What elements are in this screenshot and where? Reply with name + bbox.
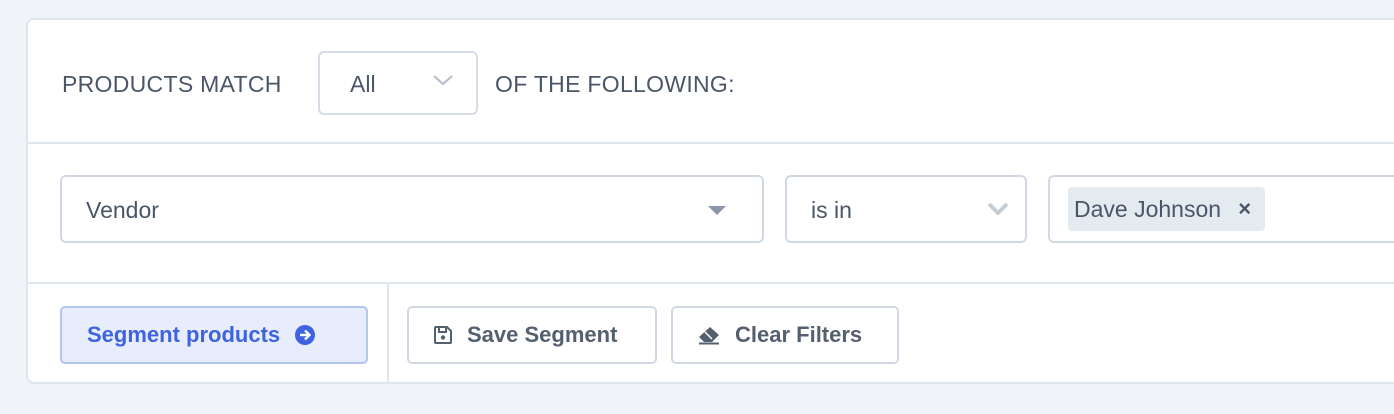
action-row: Segment products Save Segment Clear Filt… (28, 284, 1394, 384)
filter-value-tag: Dave Johnson × (1068, 187, 1266, 231)
save-segment-button[interactable]: Save Segment (407, 306, 657, 364)
segment-products-button[interactable]: Segment products (60, 306, 368, 364)
floppy-disk-icon (433, 325, 453, 345)
chevron-down-icon (432, 73, 454, 92)
clear-filters-button[interactable]: Clear Filters (671, 306, 899, 364)
clear-filters-label: Clear Filters (735, 322, 863, 347)
filter-operator-value: is in (811, 197, 852, 223)
save-segment-label: Save Segment (467, 322, 618, 347)
filter-row: Vendor is in Dave Johnson × (28, 144, 1394, 284)
match-row: PRODUCTS MATCH All OF THE FOLLOWING: (28, 20, 1394, 144)
filter-value-tag-label: Dave Johnson (1074, 196, 1222, 222)
match-suffix-label: OF THE FOLLOWING: (495, 71, 735, 97)
match-mode-value: All (350, 71, 376, 97)
filter-values-input[interactable]: Dave Johnson × (1048, 175, 1394, 243)
match-prefix-label: PRODUCTS MATCH (62, 71, 282, 97)
segment-filter-panel: PRODUCTS MATCH All OF THE FOLLOWING: Ven… (26, 18, 1394, 384)
chevron-down-icon (987, 201, 1009, 222)
close-icon[interactable]: × (1238, 187, 1251, 231)
segment-products-label: Segment products (87, 322, 281, 347)
arrow-circle-right-icon (294, 324, 316, 346)
filter-field-select[interactable]: Vendor (60, 175, 764, 243)
match-mode-select[interactable]: All (318, 51, 478, 115)
filter-field-value: Vendor (86, 197, 159, 223)
eraser-icon (697, 325, 721, 345)
filter-operator-select[interactable]: is in (785, 175, 1027, 243)
caret-down-icon (708, 206, 726, 215)
vertical-divider (387, 284, 389, 384)
